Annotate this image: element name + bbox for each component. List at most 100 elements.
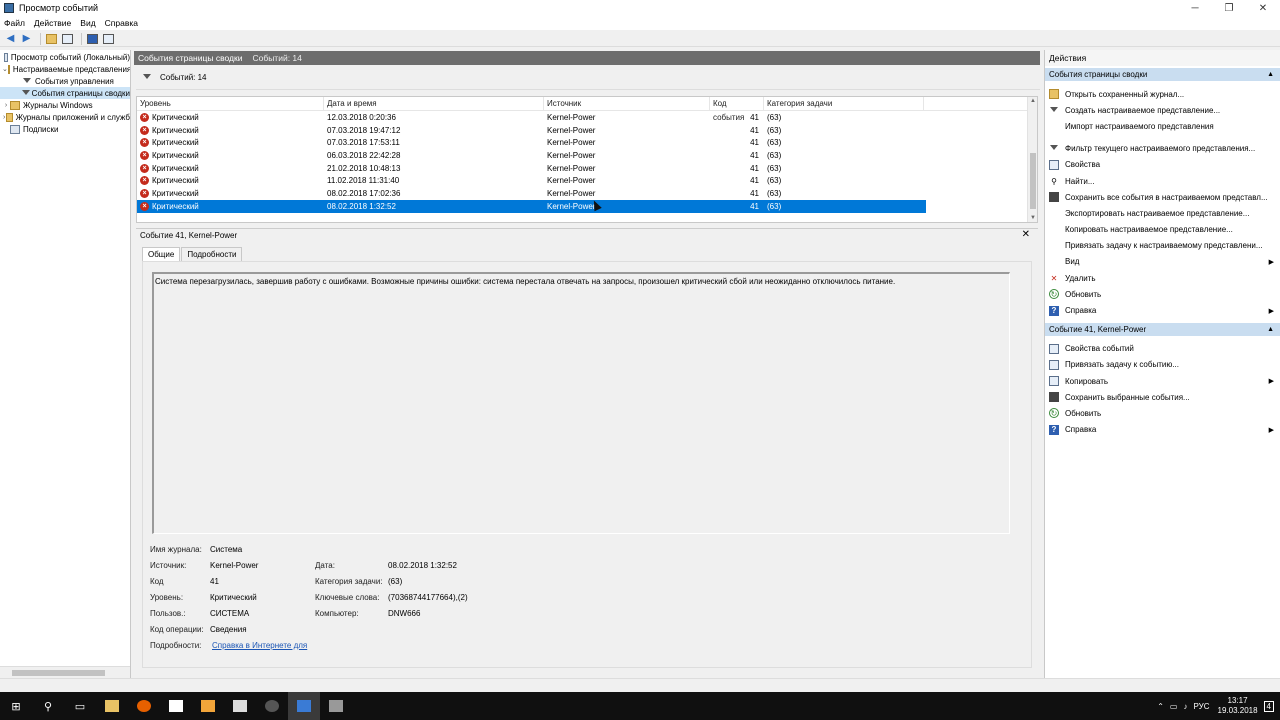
task-view-icon[interactable]: ▭ (64, 692, 96, 720)
submenu-arrow-icon: ▶ (1268, 378, 1274, 386)
tree-item-label: События управления (35, 76, 114, 86)
event-row[interactable]: × Критический 21.02.2018 10:48:13 Kernel-Po… (137, 162, 1037, 175)
action-item[interactable]: ? Справка ▶ (1045, 422, 1280, 438)
menu-view[interactable]: Вид (80, 18, 95, 28)
critical-error-icon: × (140, 150, 149, 160)
action-item[interactable]: Сохранить все события в настраиваемом пр… (1045, 189, 1280, 205)
collapse-caret-icon[interactable]: ▲ (1267, 323, 1274, 336)
events-table-scrollbar[interactable]: ▲ ▼ (1027, 97, 1037, 222)
action-item[interactable]: Копировать ▶ (1045, 373, 1280, 389)
column-level[interactable]: Уровень (137, 97, 324, 111)
action-item[interactable]: Экспортировать настраиваемое представлен… (1045, 205, 1280, 221)
action-item[interactable]: Копировать настраиваемое представление..… (1045, 222, 1280, 238)
paint-icon[interactable] (192, 692, 224, 720)
file-explorer-icon[interactable] (96, 692, 128, 720)
tree-item[interactable]: События управления (0, 75, 130, 87)
back-arrow-icon[interactable]: ◀ (4, 33, 17, 45)
event-row[interactable]: × Критический 11.02.2018 11:31:40 Kernel-Po… (137, 174, 1037, 187)
tree-item[interactable]: ⌄ Настраиваемые представления (0, 63, 130, 75)
movie-maker-icon[interactable] (224, 692, 256, 720)
action-item[interactable]: ⚲ Найти... (1045, 173, 1280, 189)
maximize-button[interactable]: ❐ (1212, 0, 1246, 16)
app-taskbar-icon[interactable] (320, 692, 352, 720)
action-item[interactable]: Сохранить выбранные события... (1045, 389, 1280, 405)
expand-arrow-icon[interactable]: › (2, 102, 10, 109)
action-item[interactable]: Свойства (1045, 157, 1280, 173)
event-row[interactable]: × Критический 07.03.2018 19:47:12 Kernel-Po… (137, 124, 1037, 137)
tree-item[interactable]: Подписки (0, 123, 130, 135)
event-row[interactable]: × Критический 08.02.2018 1:32:52 Kernel-Pow… (137, 199, 926, 213)
action-item[interactable]: Открыть сохраненный журнал... (1045, 86, 1280, 102)
close-button[interactable]: ✕ (1246, 0, 1280, 16)
action-label: Создать настраиваемое представление... (1065, 105, 1221, 115)
show-action-pane-icon[interactable] (102, 33, 115, 45)
tree-item[interactable]: › Журналы приложений и служб (0, 111, 130, 123)
close-detail-icon[interactable]: ✕ (1022, 229, 1030, 240)
help-icon: ? (1049, 305, 1059, 316)
minimize-button[interactable]: ─ (1178, 0, 1212, 16)
column-task-category[interactable]: Категория задачи (764, 97, 924, 111)
online-help-link[interactable]: Справка в Интернете для (212, 641, 307, 650)
log-name-value: Система (210, 545, 243, 554)
action-item[interactable]: Импорт настраиваемого представления (1045, 118, 1280, 134)
tree-item[interactable]: Просмотр событий (Локальный) (0, 51, 130, 63)
event-row[interactable]: × Критический 06.03.2018 22:42:28 Kernel-Po… (137, 149, 1037, 162)
actions-section-header[interactable]: События страницы сводки ▲ (1045, 68, 1280, 81)
clock[interactable]: 13:17 19.03.2018 (1218, 696, 1258, 716)
action-item[interactable]: Привязать задачу к настраиваемому предст… (1045, 238, 1280, 254)
actions-section-header[interactable]: Событие 41, Kernel-Power ▲ (1045, 322, 1280, 336)
menu-file[interactable]: Файл (4, 18, 25, 28)
tree-item[interactable]: › Журналы Windows (0, 99, 130, 111)
collapse-caret-icon[interactable]: ▲ (1267, 68, 1274, 81)
action-item[interactable]: ? Справка ▶ (1045, 302, 1280, 318)
language-indicator[interactable]: РУС (1193, 702, 1209, 711)
event-viewer-taskbar-icon[interactable] (288, 692, 320, 720)
show-hide-tree-icon[interactable] (61, 33, 74, 45)
level-label: Уровень: (150, 593, 184, 602)
action-item[interactable]: ↻ Обновить (1045, 405, 1280, 421)
tab-details[interactable]: Подробности (181, 247, 243, 261)
event-row[interactable]: × Критический 07.03.2018 17:53:11 Kernel-Po… (137, 136, 1037, 149)
column-event-code[interactable]: Код события (710, 97, 764, 122)
action-label: Сохранить выбранные события... (1065, 392, 1190, 402)
action-item[interactable]: Вид ▶ (1045, 254, 1280, 270)
obs-icon[interactable] (256, 692, 288, 720)
scroll-down-arrow-icon[interactable]: ▼ (1029, 215, 1037, 221)
action-item[interactable]: ↻ Обновить (1045, 286, 1280, 302)
menu-action[interactable]: Действие (34, 18, 71, 28)
notification-center-icon[interactable]: 4 (1263, 700, 1274, 712)
notepad-icon[interactable] (160, 692, 192, 720)
column-source[interactable]: Источник (544, 97, 710, 111)
up-folder-icon[interactable] (45, 33, 58, 45)
search-icon[interactable]: ⚲ (32, 692, 64, 720)
menu-help[interactable]: Справка (105, 18, 138, 28)
action-item[interactable]: ✕ Удалить (1045, 270, 1280, 286)
tab-general[interactable]: Общие (142, 247, 181, 261)
action-item[interactable]: Создать настраиваемое представление... (1045, 102, 1280, 118)
scroll-thumb[interactable] (1030, 153, 1036, 209)
action-item[interactable]: Фильтр текущего настраиваемого представл… (1045, 141, 1280, 157)
network-icon[interactable]: ▭ (1170, 702, 1178, 711)
scroll-up-arrow-icon[interactable]: ▲ (1029, 98, 1037, 104)
event-level: Критический (152, 138, 199, 148)
event-level: Критический (152, 188, 199, 198)
action-item[interactable]: Свойства событий (1045, 341, 1280, 357)
scroll-thumb[interactable] (12, 670, 105, 676)
tree-horizontal-scrollbar[interactable] (0, 666, 130, 678)
column-datetime[interactable]: Дата и время (324, 97, 544, 111)
tree-item[interactable]: События страницы сводки (0, 87, 130, 99)
start-windows-icon[interactable]: ⊞ (0, 692, 32, 720)
event-row[interactable]: × Критический 12.03.2018 0:20:36 Kernel-Pow… (137, 111, 1037, 124)
show-hidden-icons-icon[interactable]: ⌃ (1157, 702, 1164, 711)
event-description[interactable]: Система перезагрузилась, завершив работу… (152, 272, 1010, 534)
event-row[interactable]: × Критический 08.02.2018 17:02:36 Kernel-Po… (137, 187, 1037, 200)
volume-icon[interactable]: ♪ (1183, 702, 1187, 711)
firefox-icon[interactable] (128, 692, 160, 720)
event-level-cell: × Критический (137, 138, 324, 148)
forward-arrow-icon[interactable]: ▶ (20, 33, 33, 45)
action-item[interactable]: Привязать задачу к событию... (1045, 357, 1280, 373)
clock-date: 19.03.2018 (1217, 706, 1258, 715)
event-level: Критический (152, 201, 199, 211)
critical-error-icon: × (140, 176, 149, 186)
help-icon[interactable] (86, 33, 99, 45)
